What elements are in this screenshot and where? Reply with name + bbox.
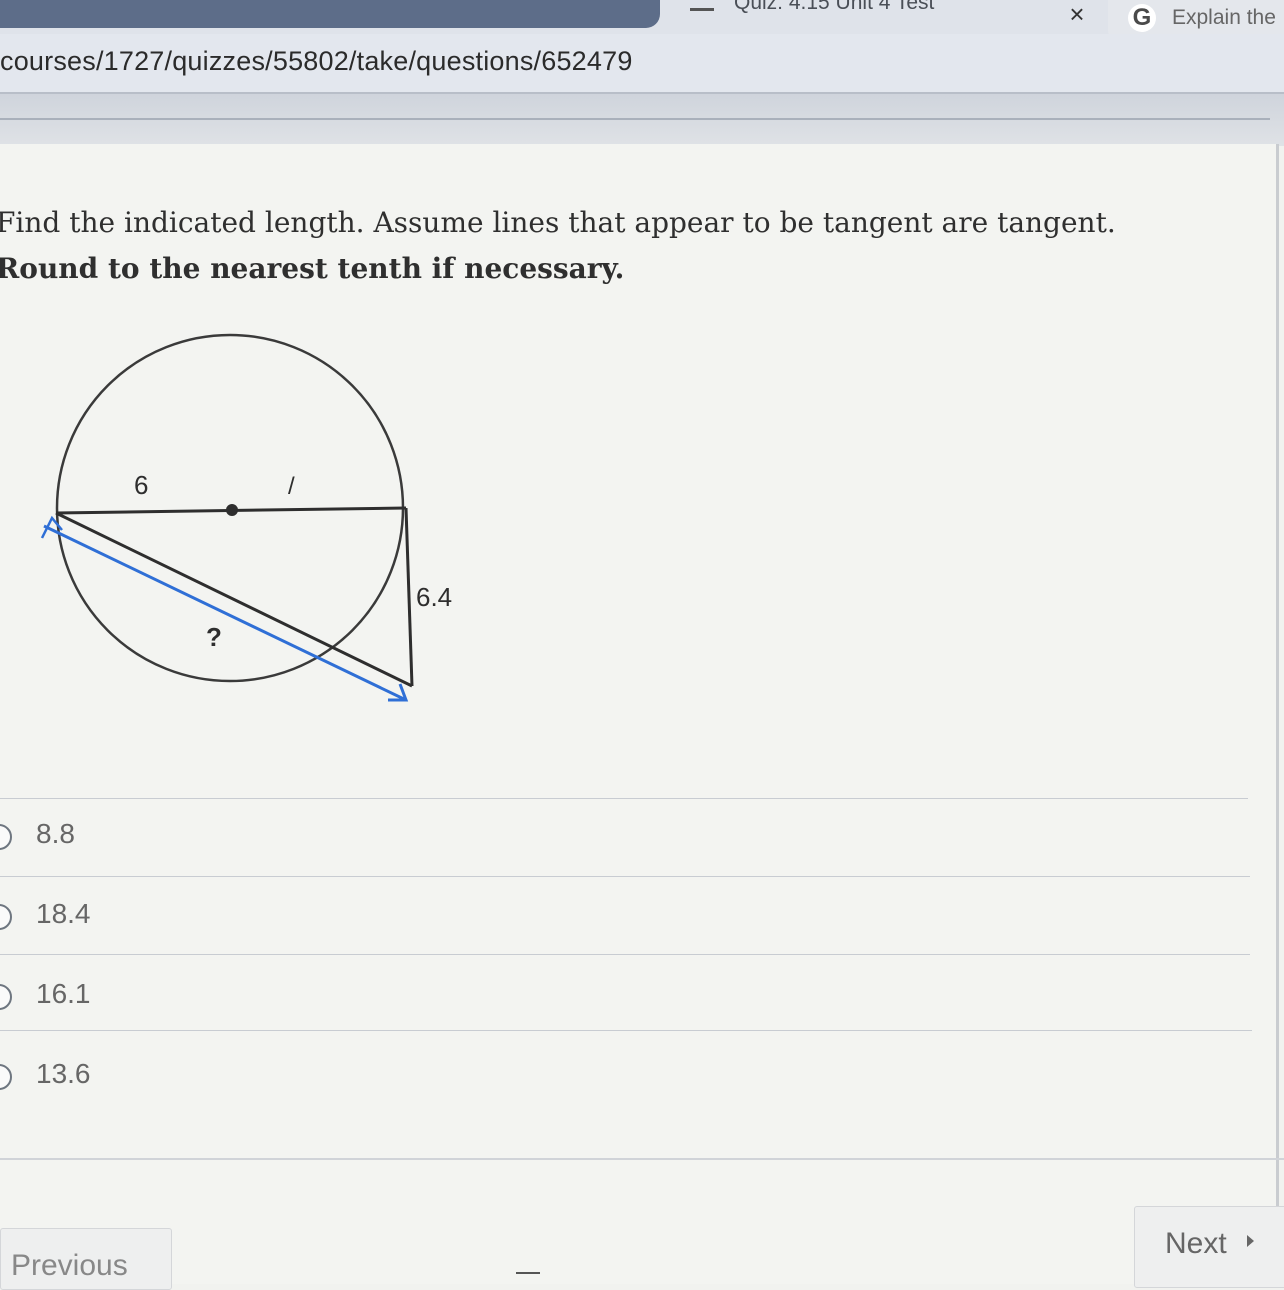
question-text: Find the indicated length. Assume lines … [0, 200, 1226, 292]
option-label: 8.8 [36, 818, 75, 849]
extension-tab-label: Explain the [1172, 6, 1276, 29]
next-button[interactable]: Next [1134, 1206, 1284, 1288]
label-tangent-6-4: 6.4 [416, 582, 452, 612]
secant-segment [55, 511, 413, 688]
question-instructions: Find the indicated length. Assume lines … [0, 206, 1116, 239]
next-arrow-icon [1247, 1235, 1254, 1247]
options-divider-top [0, 798, 1248, 799]
url-text[interactable]: courses/1727/quizzes/55802/take/question… [0, 46, 633, 77]
browser-tab-bar: Quiz: 4.15 Unit 4 Test × G Explain the [0, 0, 1284, 44]
tab-title: Quiz: 4.15 Unit 4 Test [734, 0, 935, 14]
option-label: 13.6 [36, 1058, 91, 1089]
options-divider [0, 1030, 1252, 1031]
tab-favicon-icon [690, 0, 714, 11]
footer-dash [516, 1272, 540, 1274]
center-point [226, 504, 238, 516]
header-divider [0, 118, 1270, 120]
label-unknown: ? [206, 622, 222, 652]
option-label: 18.4 [36, 898, 91, 929]
browser-tab-quiz[interactable]: Quiz: 4.15 Unit 4 Test [680, 0, 1100, 30]
geometry-figure: 6 / 6.4 ? [40, 333, 452, 702]
previous-button[interactable]: Previous [0, 1228, 172, 1290]
annotation-line [43, 524, 407, 702]
previous-label: Previous [11, 1249, 128, 1282]
next-label: Next [1165, 1227, 1227, 1260]
browser-tab-previous[interactable] [0, 0, 660, 28]
tab-close-icon[interactable]: × [1064, 0, 1090, 28]
question-rounding-note: Round to the nearest tenth if necessary. [0, 252, 625, 285]
address-bar[interactable]: courses/1727/quizzes/55802/take/question… [0, 34, 1284, 92]
label-radius-tick: / [288, 473, 295, 500]
option-label: 16.1 [36, 978, 91, 1009]
options-divider [0, 876, 1250, 877]
google-icon: G [1128, 4, 1156, 32]
footer-divider [0, 1158, 1284, 1160]
label-segment-6: 6 [134, 470, 148, 500]
tangent-segment [404, 507, 414, 687]
options-divider [0, 954, 1250, 955]
